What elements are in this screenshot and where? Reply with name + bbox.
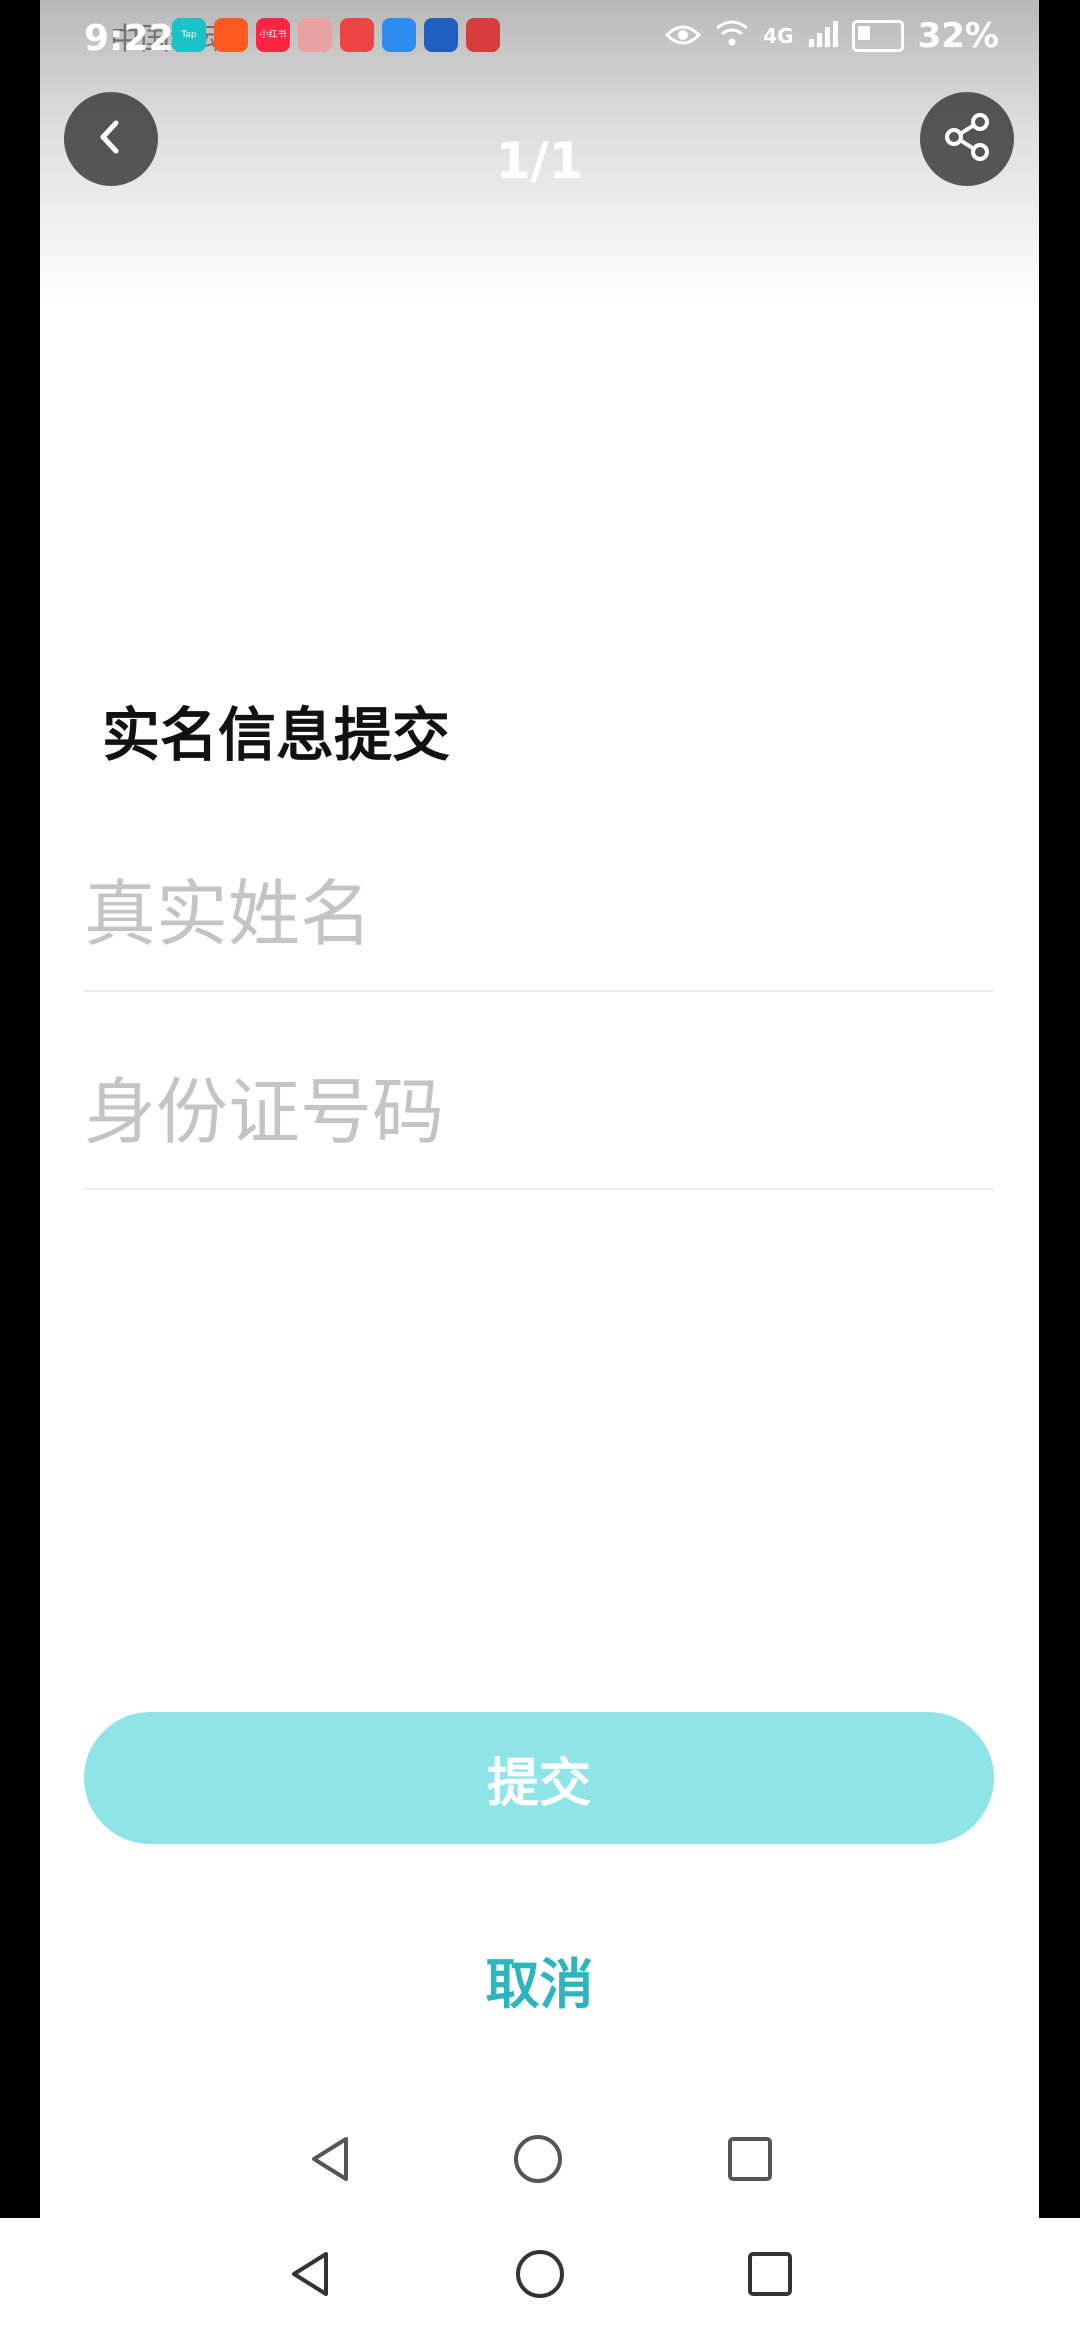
submit-button[interactable]: 提交 xyxy=(84,1712,994,1844)
id-number-field xyxy=(84,1038,994,1190)
taptap-icon: Tap xyxy=(172,18,206,52)
back-triangle-icon[interactable] xyxy=(282,2246,338,2306)
signal-icon xyxy=(808,16,838,56)
status-time: 9:22 xyxy=(84,18,174,59)
recents-square-icon[interactable] xyxy=(742,2246,798,2306)
huawei-store-icon xyxy=(340,18,374,52)
appgallery-icon xyxy=(466,18,500,52)
battery-icon xyxy=(851,20,904,52)
share-button[interactable] xyxy=(920,92,1014,186)
device-navigation-bar xyxy=(0,2218,1080,2340)
notification-icons: Tap 小红书 xyxy=(172,18,500,52)
network-label: 4G xyxy=(763,24,794,48)
box-icon xyxy=(298,18,332,52)
status-bar: 中国移动 9:22 Tap 小红书 4G 32% xyxy=(40,0,1039,80)
battery-percent: 32% xyxy=(917,16,999,56)
home-circle-icon[interactable] xyxy=(510,2131,566,2191)
browser-icon xyxy=(382,18,416,52)
back-triangle-icon[interactable] xyxy=(302,2131,358,2191)
real-name-input[interactable] xyxy=(84,872,994,956)
page-counter: 1/1 xyxy=(495,132,584,190)
share-icon xyxy=(940,110,994,168)
status-right-group: 4G 32% xyxy=(665,16,999,56)
id-number-input[interactable] xyxy=(84,1070,994,1154)
cancel-button[interactable]: 取消 xyxy=(40,1940,1039,2019)
real-name-field xyxy=(84,840,994,992)
phone-screen: 中国移动 9:22 Tap 小红书 4G 32% 1/1 实名信息提交 真实姓名… xyxy=(0,0,1080,2340)
lightbulb-app-icon xyxy=(424,18,458,52)
form-title: 实名信息提交 xyxy=(102,701,451,769)
inner-navigation-bar xyxy=(40,2115,1039,2215)
kuaishou-icon xyxy=(214,18,248,52)
app-screen: 中国移动 9:22 Tap 小红书 4G 32% 1/1 实名信息提交 真实姓名… xyxy=(40,0,1039,2218)
eye-icon xyxy=(665,16,702,56)
home-circle-icon[interactable] xyxy=(512,2246,568,2306)
wifi-icon xyxy=(715,16,749,56)
recents-square-icon[interactable] xyxy=(722,2131,778,2191)
xiaohongshu-icon: 小红书 xyxy=(256,18,290,52)
